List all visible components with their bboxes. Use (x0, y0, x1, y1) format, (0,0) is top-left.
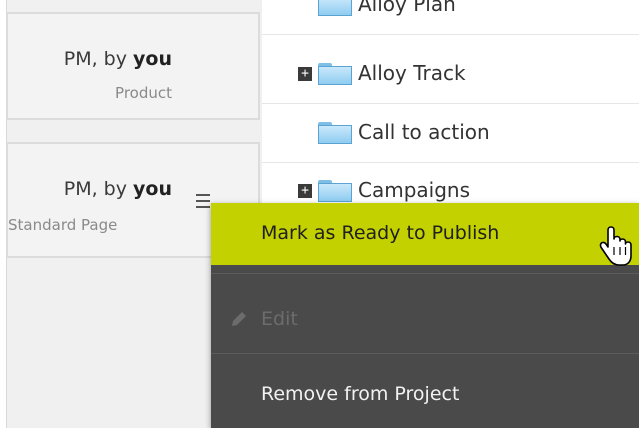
menu-separator (211, 273, 639, 274)
expand-icon[interactable]: + (298, 67, 312, 81)
hamburger-menu-icon[interactable] (196, 194, 210, 208)
tree-node-label: Alloy Plan (358, 0, 456, 16)
folder-icon (318, 180, 352, 202)
card-author-line: PM, by you (63, 48, 172, 70)
card-author-name: you (133, 178, 172, 200)
tree-node-label: Campaigns (358, 178, 471, 202)
tree-node-label: Call to action (358, 120, 490, 144)
card-content-type: Standard Page (8, 216, 118, 234)
menu-item-label: Edit (261, 308, 298, 330)
pencil-icon (232, 312, 246, 326)
tree-node[interactable]: + Alloy Track (262, 45, 639, 104)
tree-node-label: Alloy Track (358, 61, 466, 85)
mark-ready-to-publish-menu-item[interactable]: Mark as Ready to Publish (211, 203, 639, 266)
tree-node[interactable]: Alloy Plan (262, 0, 639, 35)
context-menu: Mark as Ready to Publish Edit Remove fro… (211, 203, 639, 428)
folder-icon (318, 63, 352, 85)
card-content-type: Product (115, 84, 172, 102)
card-author-line: PM, by you (63, 178, 172, 200)
hand-cursor-icon (599, 226, 632, 266)
card-author-name: you (133, 48, 172, 70)
remove-from-project-menu-item[interactable]: Remove from Project (211, 355, 639, 428)
menu-separator (211, 353, 639, 354)
tree-node[interactable]: Call to action (262, 104, 639, 163)
menu-item-label: Remove from Project (261, 383, 460, 405)
menu-item-label: Mark as Ready to Publish (261, 222, 500, 244)
folder-icon (318, 0, 352, 16)
expand-icon[interactable]: + (298, 184, 312, 198)
edit-menu-item[interactable]: Edit (211, 281, 639, 355)
activity-card[interactable]: PM, by you Product (6, 12, 260, 120)
folder-icon (318, 122, 352, 144)
